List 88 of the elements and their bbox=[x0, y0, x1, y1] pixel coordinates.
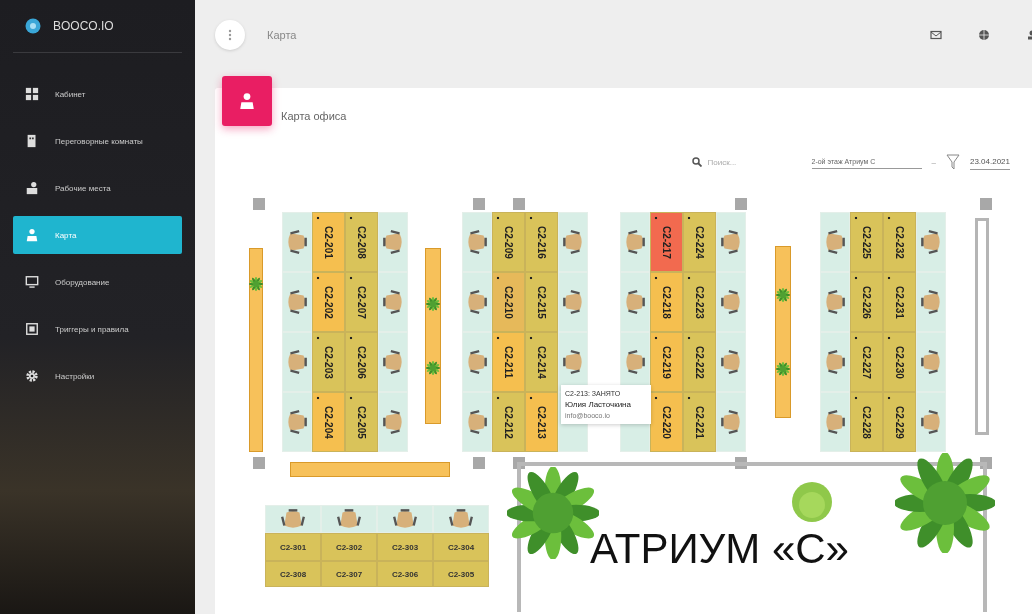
stool-seat[interactable]: C2-303 bbox=[377, 533, 433, 561]
stool-seat[interactable]: C2-306 bbox=[377, 561, 433, 587]
desk[interactable]: C2-203 bbox=[312, 332, 345, 392]
desk[interactable]: C2-228 bbox=[850, 392, 883, 452]
atrium-label: АТРИУМ «С» bbox=[590, 525, 849, 573]
checklist-icon bbox=[25, 322, 39, 336]
desk[interactable]: C2-214 bbox=[525, 332, 558, 392]
desk[interactable]: C2-219 bbox=[650, 332, 683, 392]
plant-icon bbox=[426, 361, 440, 375]
desk[interactable]: C2-216 bbox=[525, 212, 558, 272]
dashboard-icon bbox=[25, 87, 39, 101]
desk[interactable]: C2-221 bbox=[683, 392, 716, 452]
mail-icon[interactable] bbox=[930, 29, 942, 41]
user-icon[interactable] bbox=[1026, 29, 1032, 41]
nav-label: Переговорные комнаты bbox=[55, 136, 143, 146]
nav-label: Карта bbox=[55, 230, 77, 240]
desk[interactable]: C2-206 bbox=[345, 332, 378, 392]
page-title: Карта bbox=[267, 29, 298, 41]
desk[interactable]: C2-211 bbox=[492, 332, 525, 392]
card-title: Карта офиса bbox=[281, 110, 347, 122]
nav-label: Оборудование bbox=[55, 277, 110, 287]
desk[interactable]: C2-231 bbox=[883, 272, 916, 332]
globe-icon[interactable] bbox=[978, 29, 990, 41]
desk[interactable]: C2-229 bbox=[883, 392, 916, 452]
nav-item[interactable]: Настройки bbox=[13, 357, 182, 395]
desk[interactable]: C2-215 bbox=[525, 272, 558, 332]
desk[interactable]: C2-209 bbox=[492, 212, 525, 272]
nav-label: Настройки bbox=[55, 371, 95, 381]
nav-item[interactable]: Кабинет bbox=[13, 75, 182, 113]
pillar bbox=[253, 198, 265, 210]
desk[interactable]: C2-224 bbox=[683, 212, 716, 272]
search-icon bbox=[691, 157, 702, 167]
nav-item[interactable]: Триггеры и правила bbox=[13, 310, 182, 348]
plant-icon bbox=[895, 453, 995, 553]
nav-item[interactable]: Рабочие места bbox=[13, 169, 182, 207]
desk[interactable]: C2-210 bbox=[492, 272, 525, 332]
settings-icon bbox=[25, 369, 39, 383]
date-field[interactable]: 23.04.2021 bbox=[969, 154, 1010, 170]
nav-item[interactable]: Переговорные комнаты bbox=[13, 122, 182, 160]
desk[interactable]: C2-225 bbox=[850, 212, 883, 272]
pillar bbox=[513, 198, 525, 210]
stool-seat[interactable]: C2-302 bbox=[321, 533, 377, 561]
stool-seat[interactable]: C2-307 bbox=[321, 561, 377, 587]
monitor-icon bbox=[25, 275, 39, 289]
desk[interactable]: C2-230 bbox=[883, 332, 916, 392]
stool-seat[interactable]: C2-305 bbox=[433, 561, 489, 587]
logo-text: BOOCO.IO bbox=[53, 19, 114, 33]
desk[interactable]: C2-218 bbox=[650, 272, 683, 332]
pillar bbox=[473, 198, 485, 210]
nav-label: Триггеры и правила bbox=[55, 324, 129, 334]
people-icon bbox=[25, 228, 39, 242]
desk[interactable]: C2-212 bbox=[492, 392, 525, 452]
desk[interactable]: C2-202 bbox=[312, 272, 345, 332]
plant-icon bbox=[776, 362, 790, 376]
pillar bbox=[253, 457, 265, 469]
stool-seat[interactable]: C2-301 bbox=[265, 533, 321, 561]
desk[interactable]: C2-201 bbox=[312, 212, 345, 272]
stool-seat[interactable]: C2-308 bbox=[265, 561, 321, 587]
plant-icon bbox=[426, 297, 440, 311]
desk[interactable]: C2-213 bbox=[525, 392, 558, 452]
desk[interactable]: C2-207 bbox=[345, 272, 378, 332]
desk-icon bbox=[25, 181, 39, 195]
desk[interactable]: C2-222 bbox=[683, 332, 716, 392]
desk[interactable]: C2-208 bbox=[345, 212, 378, 272]
pillar bbox=[735, 198, 747, 210]
pillar bbox=[980, 198, 992, 210]
pillar bbox=[473, 457, 485, 469]
desk[interactable]: C2-227 bbox=[850, 332, 883, 392]
desk[interactable]: C2-223 bbox=[683, 272, 716, 332]
nav-label: Рабочие места bbox=[55, 183, 111, 193]
tooltip-name: Юлия Ласточкина bbox=[565, 400, 632, 409]
filter-icon[interactable] bbox=[945, 154, 960, 170]
plant-icon bbox=[776, 288, 790, 302]
logo-icon bbox=[25, 18, 41, 34]
nav-item[interactable]: Оборудование bbox=[13, 263, 182, 301]
desk[interactable]: C2-226 bbox=[850, 272, 883, 332]
nav-label: Кабинет bbox=[55, 89, 86, 99]
desk[interactable]: C2-220 bbox=[650, 392, 683, 452]
building-icon bbox=[25, 134, 39, 148]
desk[interactable]: C2-232 bbox=[883, 212, 916, 272]
desk[interactable]: C2-205 bbox=[345, 392, 378, 452]
more-icon bbox=[228, 29, 232, 41]
plant-icon bbox=[249, 277, 263, 291]
desk[interactable]: C2-217 bbox=[650, 212, 683, 272]
range-separator: – bbox=[931, 157, 936, 167]
desk[interactable]: C2-204 bbox=[312, 392, 345, 452]
armchair-icon bbox=[790, 480, 834, 524]
stool-seat[interactable]: C2-304 bbox=[433, 533, 489, 561]
